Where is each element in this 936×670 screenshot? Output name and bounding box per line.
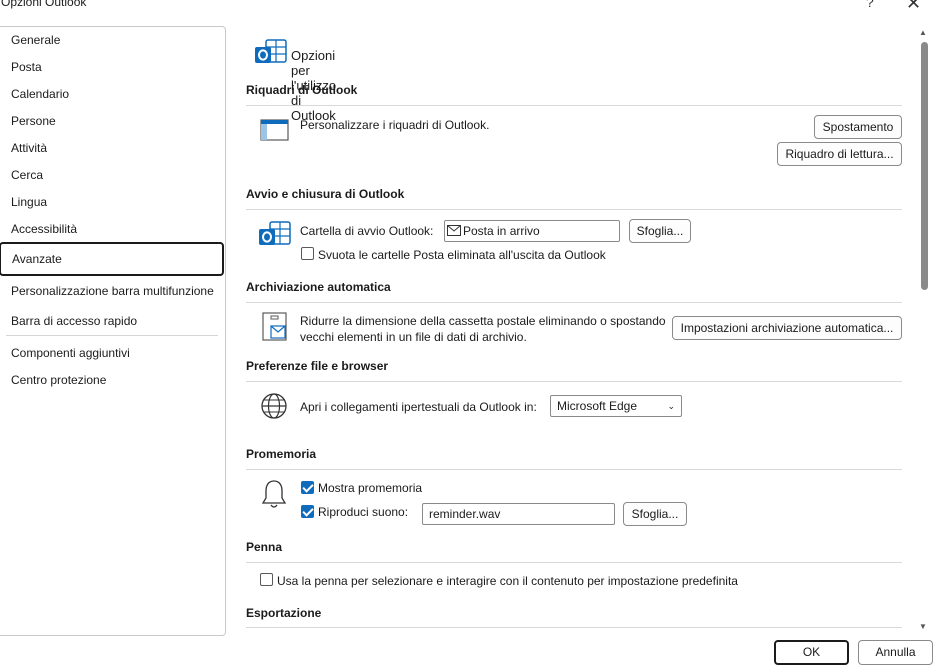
show-reminders-checkbox[interactable]	[301, 481, 314, 494]
section-title-archiviazione: Archiviazione automatica	[246, 280, 391, 294]
sidebar-item-centro-protezione[interactable]: Centro protezione	[11, 373, 106, 387]
section-divider	[246, 302, 902, 303]
browse-start-folder-button[interactable]: Sfoglia...	[629, 219, 691, 243]
section-title-avvio: Avvio e chiusura di Outlook	[246, 187, 405, 201]
section-title-promemoria: Promemoria	[246, 447, 317, 461]
start-folder-value: Posta in arrivo	[463, 224, 540, 238]
section-divider	[246, 105, 902, 106]
scroll-down-icon[interactable]: ▼	[919, 622, 927, 631]
section-title-esportazione: Esportazione	[246, 606, 322, 620]
sidebar-item-barra-accesso-rapido[interactable]: Barra di accesso rapido	[11, 314, 137, 328]
scroll-up-icon[interactable]: ▲	[919, 28, 927, 37]
sidebar-item-cerca[interactable]: Cerca	[11, 168, 43, 182]
globe-icon	[261, 393, 287, 419]
sound-file-input[interactable]: reminder.wav	[422, 503, 615, 525]
scrollbar-thumb[interactable]	[921, 42, 928, 290]
browser-select[interactable]: Microsoft Edge ⌄	[550, 395, 682, 417]
outlook-icon	[255, 39, 287, 63]
sidebar-item-attivita[interactable]: Attività	[11, 141, 47, 155]
autoarchive-settings-button[interactable]: Impostazioni archiviazione automatica...	[672, 316, 902, 340]
outlook-startup-icon	[259, 221, 291, 245]
title-bar: Opzioni Outlook ? ✕	[0, 0, 936, 14]
sidebar-item-accessibilita[interactable]: Accessibilità	[11, 222, 77, 236]
inbox-icon	[447, 225, 461, 236]
section-divider	[246, 381, 902, 382]
section-title-browser: Preferenze file e browser	[246, 359, 389, 373]
browse-sound-button[interactable]: Sfoglia...	[623, 502, 687, 526]
reading-pane-button[interactable]: Riquadro di lettura...	[777, 142, 902, 166]
section-title-penna: Penna	[246, 540, 283, 554]
use-pen-label: Usa la penna per selezionare e interagir…	[277, 574, 738, 588]
browser-select-value: Microsoft Edge	[557, 399, 638, 413]
play-sound-label: Riproduci suono:	[318, 505, 409, 519]
sidebar-item-componenti-aggiuntivi[interactable]: Componenti aggiuntivi	[11, 346, 130, 360]
sidebar-item-posta[interactable]: Posta	[11, 60, 42, 74]
play-sound-checkbox[interactable]	[301, 505, 314, 518]
options-content: Opzioni per l'utilizzo di Outlook Riquad…	[226, 26, 918, 632]
ok-button[interactable]: OK	[774, 640, 849, 665]
section-divider	[246, 627, 902, 628]
archive-icon	[262, 312, 287, 341]
chevron-down-icon: ⌄	[667, 401, 675, 411]
section-title-riquadri: Riquadri di Outlook	[246, 83, 358, 97]
archive-description-line2: vecchi elementi in un file di dati di ar…	[300, 330, 527, 344]
sidebar-item-generale[interactable]: Generale	[11, 33, 60, 47]
help-icon[interactable]: ?	[866, 0, 874, 10]
sidebar-item-personalizzazione-barra[interactable]: Personalizzazione barra multifunzione	[11, 284, 214, 298]
archive-description-line1: Ridurre la dimensione della cassetta pos…	[300, 314, 666, 328]
panes-description: Personalizzare i riquadri di Outlook.	[300, 118, 490, 132]
vertical-scrollbar[interactable]: ▲ ▼	[918, 26, 930, 634]
sidebar-divider	[6, 335, 218, 336]
sidebar-item-persone[interactable]: Persone	[11, 114, 56, 128]
close-icon[interactable]: ✕	[906, 0, 921, 14]
use-pen-checkbox[interactable]	[260, 573, 273, 586]
panes-icon	[260, 119, 289, 141]
open-links-label: Apri i collegamenti ipertestuali da Outl…	[300, 400, 537, 414]
start-folder-field[interactable]: Posta in arrivo	[444, 220, 620, 242]
show-reminders-label: Mostra promemoria	[318, 481, 423, 495]
bell-icon	[261, 480, 287, 508]
move-button[interactable]: Spostamento	[814, 115, 902, 139]
section-divider	[246, 562, 902, 563]
sidebar-item-calendario[interactable]: Calendario	[11, 87, 69, 101]
sidebar-item-avanzate[interactable]: Avanzate	[0, 242, 224, 276]
section-divider	[246, 209, 902, 210]
window-title: Opzioni Outlook	[1, 0, 87, 9]
section-divider	[246, 469, 902, 470]
empty-deleted-label: Svuota le cartelle Posta eliminata all'u…	[318, 248, 606, 262]
start-folder-label: Cartella di avvio Outlook:	[300, 224, 434, 238]
sidebar: Generale Posta Calendario Persone Attivi…	[0, 26, 226, 636]
empty-deleted-checkbox[interactable]	[301, 247, 314, 260]
sidebar-item-lingua[interactable]: Lingua	[11, 195, 47, 209]
cancel-button[interactable]: Annulla	[858, 640, 933, 665]
